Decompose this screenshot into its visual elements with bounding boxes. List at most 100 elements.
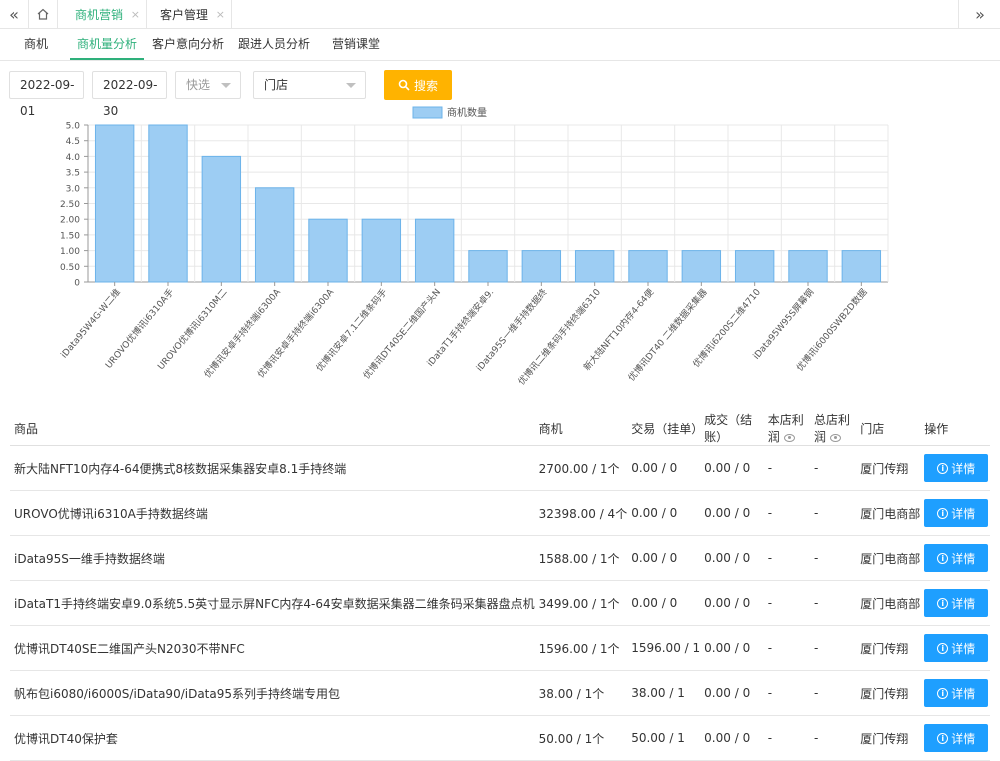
info-icon: i: [937, 732, 949, 744]
subnav-opportunity[interactable]: 商机: [10, 30, 62, 60]
tab-customer-management[interactable]: 客户管理 ×: [147, 0, 232, 28]
cell-opportunity: 50.00 / 1个: [534, 715, 628, 761]
scroll-right-icon[interactable]: »: [958, 0, 1000, 28]
cell-store-profit: -: [763, 670, 811, 716]
bar: [468, 250, 508, 283]
quick-select[interactable]: 快选: [175, 71, 241, 99]
y-tick-label: 0: [74, 279, 80, 289]
subnav-follower-analysis[interactable]: 跟进人员分析: [236, 30, 312, 60]
search-button[interactable]: 搜索: [384, 70, 452, 100]
table-row: iDataT1手持终端安卓9.0系统5.5英寸显示屏NFC内存4-64安卓数据采…: [10, 580, 990, 626]
cell-action: i 详情: [920, 715, 990, 761]
bar: [841, 250, 882, 283]
cell-opportunity: 1596.00 / 1个: [534, 625, 628, 671]
cell-deal: 0.00 / 0: [700, 535, 764, 581]
bar: [734, 250, 775, 283]
cell-action: i 详情: [920, 490, 990, 536]
cell-deal: 0.00 / 0: [700, 490, 764, 536]
col-store: 门店: [856, 411, 921, 446]
y-tick-label: 2.50: [60, 200, 80, 210]
cell-action: i 详情: [920, 445, 990, 491]
detail-button[interactable]: i 详情: [924, 634, 989, 662]
detail-label: 详情: [951, 731, 976, 746]
info-icon: i: [937, 642, 949, 654]
cell-opportunity: 32398.00 / 4个: [534, 490, 628, 536]
bar: [574, 250, 615, 283]
table-row: 帆布包i6080/i6000S/iData90/iData95系列手持终端专用包…: [10, 670, 990, 716]
table-row: 新大陆NFT10内存4-64便携式8核数据采集器安卓8.1手持终端 2700.00…: [10, 445, 990, 491]
legend-label: 商机数量: [447, 106, 487, 119]
detail-button[interactable]: i 详情: [924, 454, 989, 482]
cell-deal: 0.00 / 0: [700, 715, 764, 761]
cell-trade: 0.00 / 0: [627, 490, 701, 536]
cell-product: 优博讯DT40SE二维国产头N2030不带NFC: [10, 625, 535, 671]
cell-action: i 详情: [920, 580, 990, 626]
cell-store-profit: -: [763, 625, 811, 671]
cell-opportunity: 1588.00 / 1个: [534, 535, 628, 581]
detail-button[interactable]: i 详情: [924, 679, 989, 707]
cell-store-profit: -: [763, 715, 811, 761]
table-row: UROVO优博讯i6310A手持数据终端 32398.00 / 4个 0.00 / …: [10, 490, 990, 536]
chevron-down-icon: [346, 83, 356, 88]
cell-store: 厦门传翔: [856, 670, 921, 716]
cell-deal: 0.00 / 0: [700, 445, 764, 491]
eye-icon[interactable]: [830, 433, 842, 442]
cell-opportunity: 38.00 / 1个: [534, 670, 628, 716]
scroll-left-icon[interactable]: «: [0, 0, 29, 28]
cell-trade: 50.00 / 1: [627, 715, 701, 761]
eye-icon[interactable]: [783, 433, 795, 442]
bar: [628, 250, 668, 283]
y-tick-label: 5.0: [66, 122, 81, 132]
top-tab-bar: « 商机营销 × 客户管理 × »: [0, 0, 1000, 29]
cell-trade: 0.00 / 0: [627, 445, 701, 491]
cell-product: 新大陆NFT10内存4-64便携式8核数据采集器安卓8.1手持终端: [10, 445, 535, 491]
search-icon: [398, 79, 410, 91]
info-icon: i: [937, 462, 949, 474]
col-opportunity: 商机: [534, 411, 628, 446]
col-store-profit: 本店利润: [763, 411, 811, 446]
cell-store-profit: -: [763, 445, 811, 491]
subnav-opportunity-analysis[interactable]: 商机量分析: [70, 30, 144, 60]
cell-total-profit: -: [810, 625, 857, 671]
cell-store: 厦门电商部: [856, 490, 921, 536]
table-row: 优博讯DT40保护套 50.00 / 1个 50.00 / 1 0.00 / 0--厦…: [10, 715, 990, 761]
cell-opportunity: 3499.00 / 1个: [534, 580, 628, 626]
store-select-placeholder: 门店: [264, 78, 289, 92]
detail-button[interactable]: i 详情: [924, 724, 989, 752]
info-icon: i: [937, 552, 949, 564]
bar: [361, 218, 402, 283]
bar: [148, 124, 188, 283]
y-tick-label: 3.5: [66, 169, 80, 179]
home-icon[interactable]: [29, 0, 58, 28]
tab-opportunity-marketing[interactable]: 商机营销 ×: [62, 0, 147, 28]
opportunity-table: 商品 商机 交易（挂单） 成交（结账） 本店利润 总店利润 门店 操作 新大陆N…: [10, 411, 990, 761]
bar: [521, 250, 562, 283]
cell-store: 厦门传翔: [856, 625, 921, 671]
cell-product: iDataT1手持终端安卓9.0系统5.5英寸显示屏NFC内存4-64安卓数据采…: [10, 580, 535, 626]
detail-button[interactable]: i 详情: [924, 499, 989, 527]
subnav-customer-intent[interactable]: 客户意向分析: [150, 30, 226, 60]
cell-opportunity: 2700.00 / 1个: [534, 445, 628, 491]
close-icon[interactable]: ×: [216, 8, 225, 21]
subnav-marketing-class[interactable]: 营销课堂: [324, 30, 388, 60]
detail-button[interactable]: i 详情: [924, 544, 989, 572]
detail-label: 详情: [951, 641, 976, 656]
cell-deal: 0.00 / 0: [700, 670, 764, 716]
bar: [308, 218, 348, 283]
y-tick-label: 0.50: [60, 263, 80, 273]
end-date-input[interactable]: 2022-09-30: [92, 71, 167, 118]
cell-store: 厦门传翔: [856, 445, 921, 491]
y-tick-label: 4.0: [66, 153, 81, 163]
info-icon: i: [937, 597, 949, 609]
detail-label: 详情: [951, 506, 976, 521]
cell-total-profit: -: [810, 535, 857, 581]
start-date-input[interactable]: 2022-09-01: [9, 71, 84, 118]
cell-store-profit: -: [763, 580, 811, 626]
cell-action: i 详情: [920, 535, 990, 581]
close-icon[interactable]: ×: [131, 8, 140, 21]
x-tick-label: iData95W4G-W二维: [58, 286, 123, 360]
store-select[interactable]: 门店: [253, 71, 366, 99]
bar: [254, 187, 295, 283]
detail-button[interactable]: i 详情: [924, 589, 989, 617]
cell-trade: 1596.00 / 1: [627, 625, 701, 671]
